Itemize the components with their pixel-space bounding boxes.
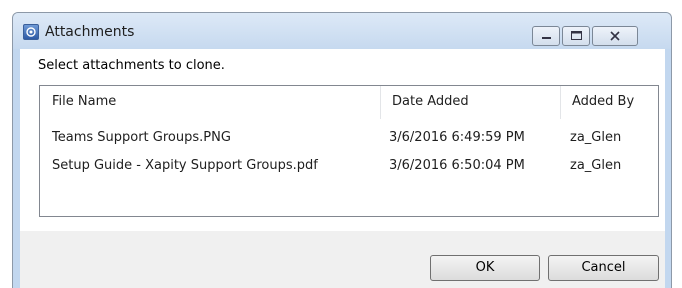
close-button[interactable] <box>592 26 638 46</box>
file-name-cell: Setup Guide - Xapity Support Groups.pdf <box>52 158 318 173</box>
added-by-cell: za_Glen <box>570 158 622 173</box>
minimize-button[interactable] <box>532 26 560 46</box>
maximize-icon <box>571 31 582 40</box>
dialog-content: Select attachments to clone. File Name D… <box>20 49 665 288</box>
cancel-button[interactable]: Cancel <box>548 255 659 281</box>
minimize-icon <box>542 37 551 39</box>
instruction-text: Select attachments to clone. <box>38 58 225 73</box>
column-header-added-by[interactable]: Added By <box>572 93 634 110</box>
added-by-cell: za_Glen <box>570 130 622 145</box>
file-name-cell: Teams Support Groups.PNG <box>52 130 231 145</box>
title-bar[interactable]: Attachments <box>13 13 671 49</box>
column-separator[interactable] <box>560 86 561 119</box>
close-icon <box>610 31 620 41</box>
date-added-cell: 3/6/2016 6:50:04 PM <box>389 158 525 173</box>
column-header-date-added[interactable]: Date Added <box>392 93 469 110</box>
attachments-list[interactable]: File Name Date Added Added By Teams Supp… <box>39 85 659 217</box>
attachments-dialog: Attachments Select attachments to clone.… <box>12 12 672 288</box>
column-header-file-name[interactable]: File Name <box>52 93 116 110</box>
attachments-app-icon <box>23 24 39 40</box>
maximize-button[interactable] <box>562 26 590 46</box>
column-separator[interactable] <box>380 86 381 119</box>
window-title: Attachments <box>45 24 135 40</box>
ok-button[interactable]: OK <box>430 255 540 281</box>
date-added-cell: 3/6/2016 6:49:59 PM <box>389 130 525 145</box>
